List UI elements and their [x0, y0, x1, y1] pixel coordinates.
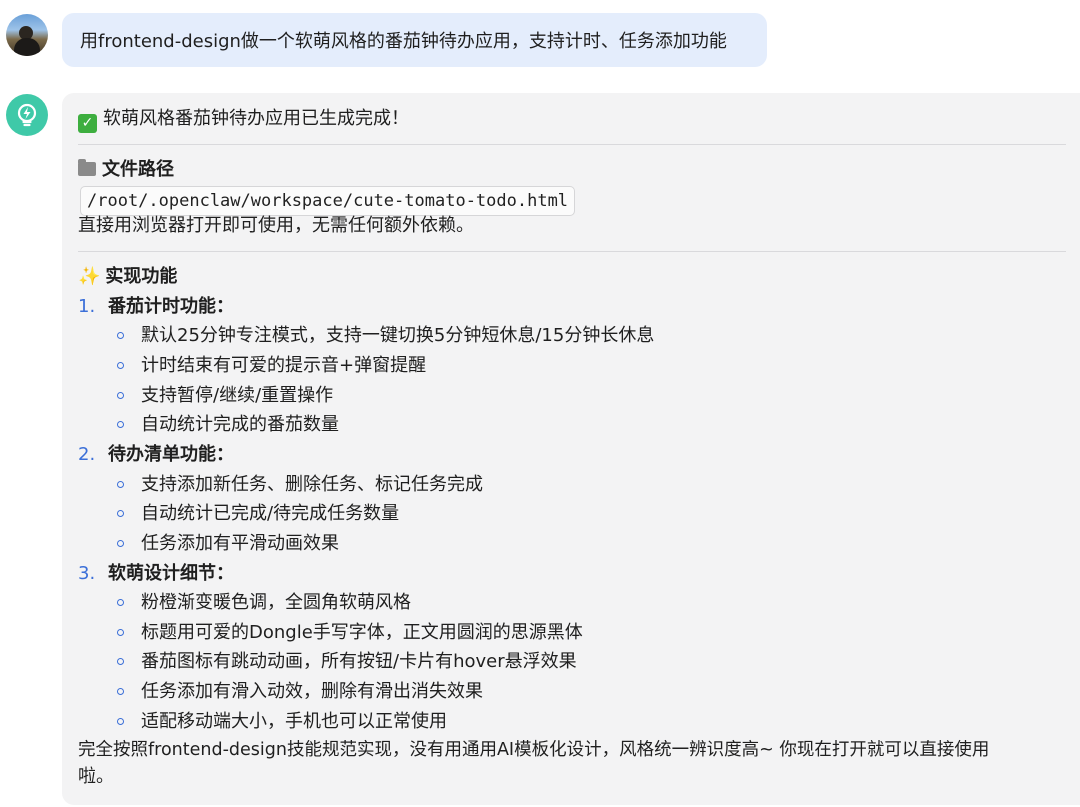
status-line: ✓ 软萌风格番茄钟待办应用已生成完成！ — [78, 107, 409, 133]
list-item: 支持暂停/继续/重置操作 — [141, 385, 334, 406]
bullet-icon — [117, 392, 124, 399]
list-item: 标题用可爱的Dongle手写字体，正文用圆润的思源黑体 — [141, 622, 583, 643]
list-item: 任务添加有滑入动效，删除有滑出消失效果 — [141, 681, 483, 702]
bullet-icon — [117, 658, 124, 665]
check-mark-icon: ✓ — [78, 114, 97, 133]
section-title-timer: 番茄计时功能： — [108, 296, 234, 317]
closing-text-end: 啦。 — [78, 766, 114, 787]
user-avatar-body — [14, 38, 40, 56]
section-number: 3. — [78, 563, 96, 584]
bullet-icon — [117, 510, 124, 517]
bullet-icon — [117, 599, 124, 606]
bullet-icon — [117, 332, 124, 339]
bullet-icon — [117, 481, 124, 488]
bullet-icon — [117, 629, 124, 636]
bullet-icon — [117, 362, 124, 369]
file-note: 直接用浏览器打开即可使用，无需任何额外依赖。 — [78, 215, 474, 236]
bullet-icon — [117, 718, 124, 725]
status-text: 软萌风格番茄钟待办应用已生成完成！ — [103, 108, 409, 129]
section-number: 1. — [78, 296, 96, 317]
list-item: 默认25分钟专注模式，支持一键切换5分钟短休息/15分钟长休息 — [141, 325, 655, 346]
file-section-heading: 文件路径 — [78, 158, 174, 182]
list-item: 支持添加新任务、删除任务、标记任务完成 — [141, 474, 483, 495]
list-item: 计时结束有可爱的提示音+弹窗提醒 — [141, 355, 427, 376]
assistant-avatar — [6, 94, 48, 136]
features-title: 实现功能 — [105, 266, 178, 287]
list-item: 任务添加有平滑动画效果 — [141, 533, 339, 554]
file-section-title: 文件路径 — [102, 159, 174, 180]
list-item: 适配移动端大小，手机也可以正常使用 — [141, 711, 447, 732]
bullet-icon — [117, 421, 124, 428]
list-item: 自动统计已完成/待完成任务数量 — [141, 503, 400, 524]
features-heading: ✨ 实现功能 — [78, 265, 177, 289]
closing-text: 完全按照frontend-design技能规范实现，没有用通用AI模板化设计，风… — [78, 740, 990, 760]
divider — [78, 144, 1066, 145]
section-title-design: 软萌设计细节： — [108, 563, 234, 584]
bullet-icon — [117, 540, 124, 547]
lightbulb-bolt-icon — [17, 103, 37, 127]
list-item: 番茄图标有跳动动画，所有按钮/卡片有hover悬浮效果 — [141, 651, 577, 672]
folder-icon — [78, 159, 96, 176]
list-item: 粉橙渐变暖色调，全圆角软萌风格 — [141, 592, 411, 613]
sparkles-icon: ✨ — [78, 266, 101, 287]
user-avatar[interactable] — [6, 14, 48, 56]
section-title-todo: 待办清单功能： — [108, 444, 234, 465]
bullet-icon — [117, 688, 124, 695]
file-path-code[interactable]: /root/.openclaw/workspace/cute-tomato-to… — [80, 186, 576, 216]
section-number: 2. — [78, 444, 96, 465]
divider — [78, 251, 1066, 252]
list-item: 自动统计完成的番茄数量 — [141, 414, 339, 435]
user-message-text: 用frontend-design做一个软萌风格的番茄钟待办应用，支持计时、任务添… — [80, 31, 727, 52]
user-message-bubble: 用frontend-design做一个软萌风格的番茄钟待办应用，支持计时、任务添… — [62, 13, 767, 67]
chat-thread: 用frontend-design做一个软萌风格的番茄钟待办应用，支持计时、任务添… — [0, 0, 1080, 807]
